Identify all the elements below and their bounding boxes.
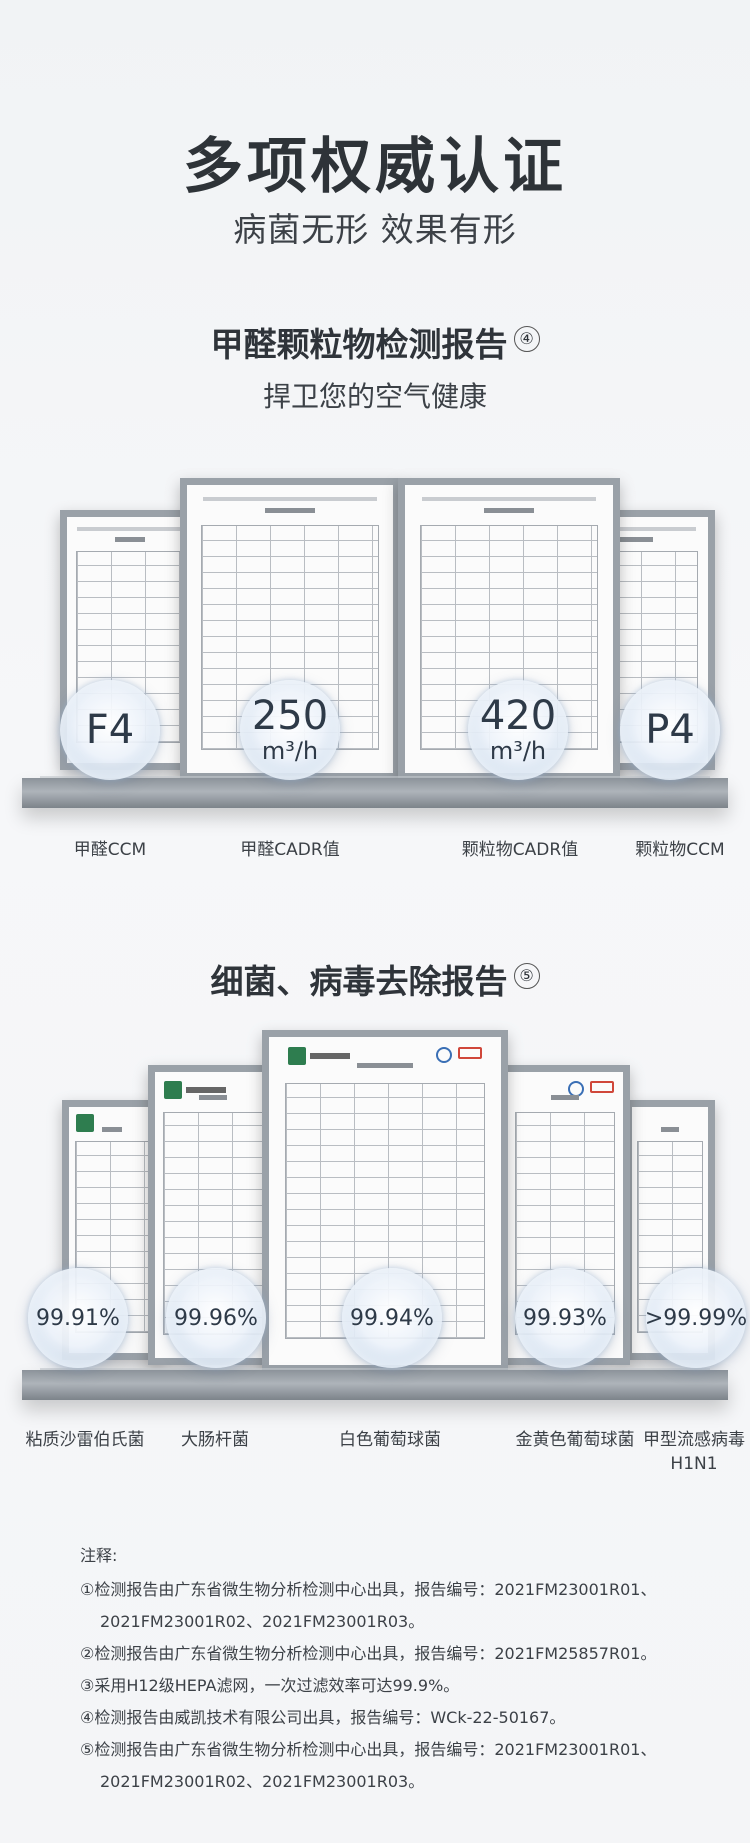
section1-title-text: 甲醛颗粒物检测报告 [210, 325, 508, 364]
result-bubble-particle-cadr: 420 m³/h [468, 680, 568, 780]
caption-staph-albus: 白色葡萄球菌 [339, 1430, 441, 1450]
footnote-5: ⑤检测报告由广东省微生物分析检测中心出具，报告编号：2021FM23001R01… [80, 1740, 657, 1759]
bubble-value: >99.99% [644, 1305, 748, 1331]
footnote-3: ③采用H12级HEPA滤网，一次过滤效率可达99.9%。 [80, 1676, 460, 1695]
display-shelf [22, 778, 728, 808]
bubble-unit: m³/h [489, 736, 547, 765]
result-bubble-formaldehyde-ccm: F4 [60, 680, 160, 780]
bubble-value: 99.93% [523, 1305, 607, 1331]
bubble-value: 420 [479, 692, 557, 739]
result-bubble-staph-aureus: 99.93% [515, 1268, 615, 1368]
footnote-4: ④检测报告由威凯技术有限公司出具，报告编号：WCk-22-50167。 [80, 1708, 566, 1727]
caption-formaldehyde-cadr: 甲醛CADR值 [240, 840, 340, 860]
bubble-value: 99.94% [350, 1305, 434, 1331]
bubble-value: F4 [85, 707, 135, 753]
section1-subtitle: 捍卫您的空气健康 [262, 380, 487, 413]
caption-staph-aureus: 金黄色葡萄球菌 [515, 1430, 635, 1450]
section2-title-text: 细菌、病毒去除报告 [210, 962, 508, 1001]
caption-h1n1-line1: 甲型流感病毒 [643, 1430, 745, 1450]
bubble-unit: m³/h [261, 736, 319, 765]
bubble-value: 250 [251, 692, 329, 739]
page-title: 多项权威认证 [183, 132, 567, 202]
section2-title: 细菌、病毒去除报告 ⑤ [0, 955, 750, 1003]
page-subtitle: 病菌无形 效果有形 [233, 210, 517, 249]
display-shelf-2 [22, 1370, 728, 1400]
caption-h1n1: 甲型流感病毒 H1N1 [638, 1425, 750, 1474]
result-bubble-particle-ccm: P4 [620, 680, 720, 780]
bubble-value: 99.96% [174, 1305, 258, 1331]
caption-formaldehyde-ccm: 甲醛CCM [73, 840, 147, 860]
caption-particle-cadr: 颗粒物CADR值 [461, 840, 579, 860]
caption-serratia: 粘质沙雷伯氏菌 [25, 1430, 145, 1450]
result-bubble-staph-albus: 99.94% [342, 1268, 442, 1368]
result-bubble-serratia: 99.91% [28, 1268, 128, 1368]
section1-footnote-mark: ④ [513, 326, 540, 352]
footnote-2: ②检测报告由广东省微生物分析检测中心出具，报告编号：2021FM25857R01… [80, 1644, 657, 1663]
footnotes-heading: 注释: [80, 1546, 118, 1565]
result-bubble-formaldehyde-cadr: 250 m³/h [240, 680, 340, 780]
section1-title: 甲醛颗粒物检测报告 ④ [0, 318, 750, 366]
result-bubble-h1n1: >99.99% [644, 1268, 748, 1368]
caption-ecoli: 大肠杆菌 [181, 1430, 249, 1450]
footnote-1-cont: 2021FM23001R02、2021FM23001R03。 [100, 1612, 425, 1631]
caption-particle-ccm: 颗粒物CCM [635, 840, 725, 860]
footnote-5-cont: 2021FM23001R02、2021FM23001R03。 [100, 1772, 425, 1791]
footnotes: 注释: ①检测报告由广东省微生物分析检测中心出具，报告编号：2021FM2300… [80, 1540, 656, 1798]
bubble-value: 99.91% [36, 1305, 120, 1331]
footnote-1: ①检测报告由广东省微生物分析检测中心出具，报告编号：2021FM23001R01… [80, 1580, 657, 1599]
bubble-value: P4 [645, 707, 695, 753]
caption-h1n1-line2: H1N1 [670, 1454, 718, 1474]
section2-footnote-mark: ⑤ [513, 963, 540, 989]
result-bubble-ecoli: 99.96% [166, 1268, 266, 1368]
